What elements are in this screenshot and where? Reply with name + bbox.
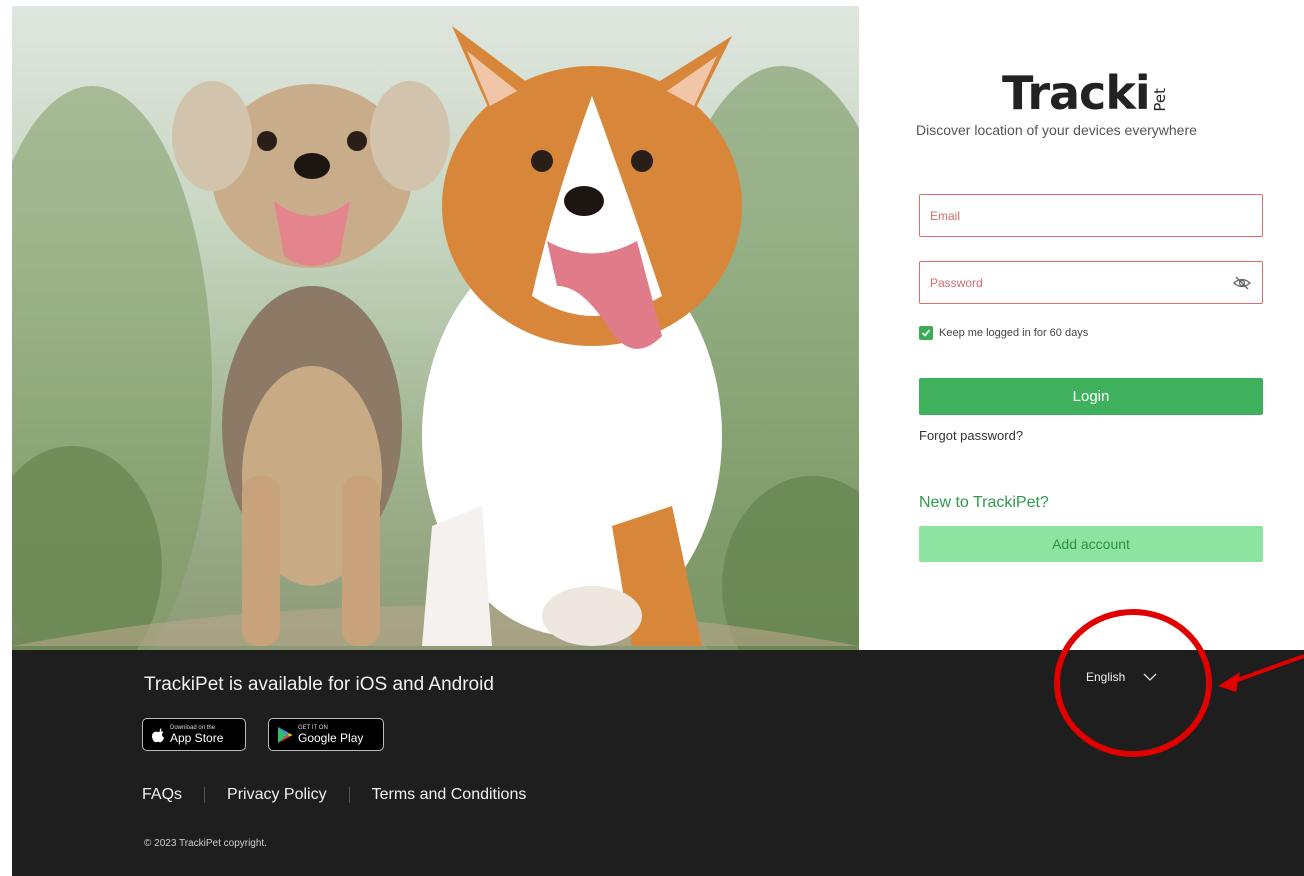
google-play-icon — [278, 726, 293, 743]
link-separator — [204, 787, 206, 803]
footer: TrackiPet is available for iOS and Andro… — [12, 650, 1304, 876]
remember-checkbox[interactable] — [919, 326, 933, 340]
copyright: © 2023 TrackiPet copyright. — [144, 838, 267, 849]
remember-me[interactable]: Keep me logged in for 60 days — [919, 326, 1088, 340]
logo-sub: Pet — [1150, 88, 1169, 112]
app-store-big: App Store — [170, 730, 224, 745]
hero-photo — [12, 6, 859, 650]
dogs-illustration — [12, 26, 859, 650]
email-field[interactable] — [930, 195, 1252, 236]
link-separator — [348, 787, 350, 803]
language-selector[interactable]: English — [1086, 670, 1157, 684]
remember-label: Keep me logged in for 60 days — [939, 327, 1089, 339]
forgot-password-link[interactable]: Forgot password? — [919, 428, 1023, 443]
availability-text: TrackiPet is available for iOS and Andro… — [144, 674, 494, 695]
chevron-down-icon — [1143, 673, 1157, 681]
login-panel: Tracki Pet Discover location of your dev… — [900, 0, 1280, 650]
email-field-wrapper — [919, 194, 1263, 237]
eye-off-icon[interactable] — [1232, 273, 1252, 293]
google-play-big: Google Play — [298, 730, 364, 745]
checkbox-check-icon — [921, 329, 931, 337]
password-field[interactable] — [930, 262, 1232, 303]
google-play-badge[interactable]: GET IT ON Google Play — [268, 718, 384, 751]
password-field-wrapper — [919, 261, 1263, 304]
privacy-policy-link[interactable]: Privacy Policy — [227, 786, 327, 804]
language-label: English — [1086, 670, 1126, 684]
add-account-button[interactable]: Add account — [919, 526, 1263, 562]
terms-link[interactable]: Terms and Conditions — [372, 786, 527, 804]
trackipet-logo: Tracki Pet — [1002, 64, 1202, 116]
login-button[interactable]: Login — [919, 378, 1263, 415]
logo-text: Tracki — [1002, 66, 1151, 120]
footer-links: FAQs Privacy Policy Terms and Conditions — [142, 786, 526, 804]
faqs-link[interactable]: FAQs — [142, 786, 182, 804]
new-to-heading: New to TrackiPet? — [919, 494, 1049, 511]
app-store-badge[interactable]: Download on the App Store — [142, 718, 246, 751]
apple-icon — [152, 727, 164, 742]
tagline: Discover location of your devices everyw… — [916, 122, 1197, 138]
